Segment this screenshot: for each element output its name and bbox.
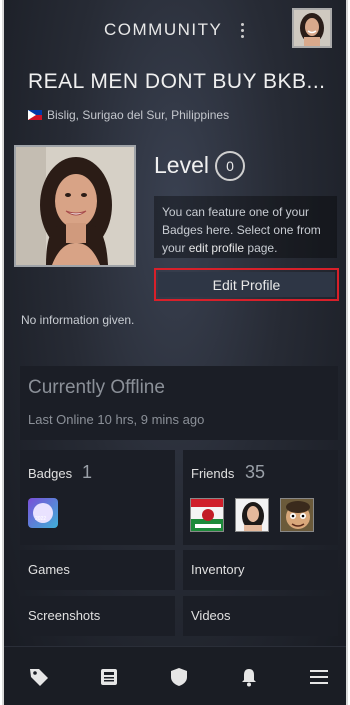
top-bar: COMMUNITY — [4, 0, 346, 62]
more-options-icon[interactable] — [236, 17, 248, 43]
friend-avatar[interactable] — [280, 498, 314, 532]
philippines-flag-icon — [28, 110, 42, 120]
games-card[interactable]: Games — [20, 550, 175, 590]
friend-avatar[interactable] — [235, 498, 269, 532]
edit-profile-link[interactable]: edit profile — [189, 241, 244, 255]
featured-badge-hint: You can feature one of your Badges here.… — [154, 196, 337, 258]
online-status-card: Currently Offline Last Online 10 hrs, 9 … — [20, 366, 338, 440]
badges-label: Badges — [28, 466, 73, 481]
videos-card[interactable]: Videos — [183, 596, 338, 636]
last-online: Last Online 10 hrs, 9 mins ago — [28, 412, 205, 427]
screenshots-card[interactable]: Screenshots — [20, 596, 175, 636]
profile-summary: No information given. — [21, 313, 135, 327]
edit-profile-button[interactable]: Edit Profile — [158, 272, 335, 297]
friends-label: Friends — [191, 466, 235, 481]
inventory-card[interactable]: Inventory — [183, 550, 338, 590]
friend-avatar[interactable] — [190, 498, 224, 532]
feature-text-end: page. — [247, 241, 278, 255]
friends-count: 35 — [245, 462, 266, 482]
user-avatar[interactable] — [292, 8, 332, 48]
inventory-label: Inventory — [191, 562, 245, 577]
profile-avatar — [14, 145, 136, 267]
badges-card[interactable]: Badges 1 2022 — [20, 450, 175, 545]
location-text: Bislig, Surigao del Sur, Philippines — [47, 108, 230, 122]
app-frame: COMMUNITY REAL MEN DONT BUY BKB... Bisli… — [2, 0, 348, 705]
news-icon[interactable] — [98, 666, 120, 688]
shield-icon[interactable] — [168, 666, 190, 688]
edit-profile-highlight: Edit Profile — [154, 268, 339, 301]
badges-count: 1 — [82, 462, 93, 482]
badge-icon[interactable]: 2022 — [28, 498, 58, 528]
games-label: Games — [28, 562, 70, 577]
menu-icon[interactable] — [308, 666, 330, 688]
bottom-navigation — [4, 646, 346, 705]
location: Bislig, Surigao del Sur, Philippines — [28, 108, 229, 122]
tag-icon[interactable] — [28, 666, 50, 688]
videos-label: Videos — [191, 608, 231, 623]
badge-year: 2022 — [35, 516, 47, 522]
bell-icon[interactable] — [238, 666, 260, 688]
level-badge: 0 — [215, 151, 245, 181]
header-title: COMMUNITY — [104, 20, 223, 39]
profile-name: REAL MEN DONT BUY BKB... — [28, 70, 326, 93]
level-label: Level — [154, 152, 209, 178]
status-title: Currently Offline — [28, 377, 165, 398]
screenshots-label: Screenshots — [28, 608, 101, 623]
